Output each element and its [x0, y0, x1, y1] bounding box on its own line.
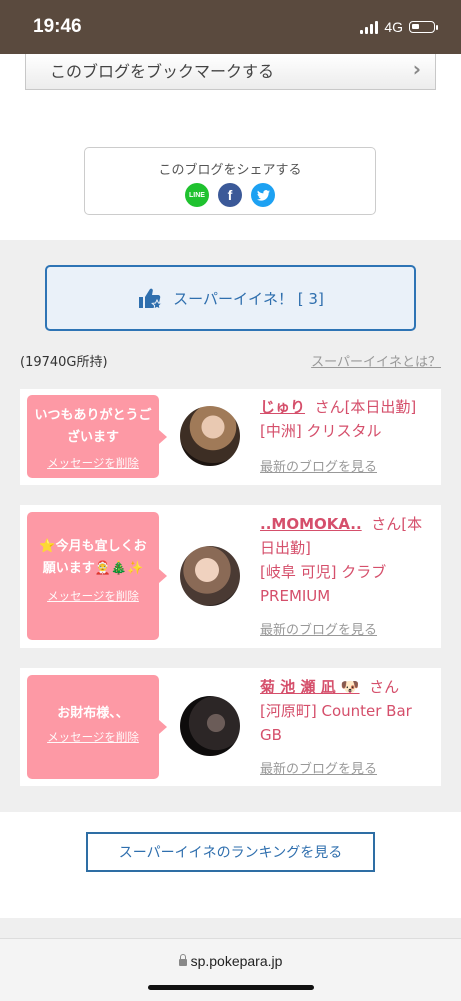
url-text: sp.pokepara.jp: [190, 953, 283, 969]
browser-url-bar[interactable]: sp.pokepara.jp: [0, 938, 461, 1001]
cast-info: 菊 池 瀬 凪 🐶 さん [河原町] Counter Bar GB: [260, 675, 436, 747]
cast-status: さん: [369, 678, 400, 696]
bookmark-button[interactable]: このブログをブックマークする ›: [25, 54, 436, 90]
status-indicators: 4G: [360, 19, 438, 35]
status-bar: 19:46 4G: [0, 0, 461, 54]
thumbs-up-icon: [139, 288, 164, 310]
latest-blog-link[interactable]: 最新のブログを見る: [260, 619, 377, 638]
cast-info: ..MOMOKA.. さん[本日出勤] [岐阜 可児] クラブPREMIUM: [260, 512, 436, 608]
avatar[interactable]: [180, 696, 240, 756]
cast-name-link[interactable]: 菊 池 瀬 凪 🐶: [260, 678, 360, 696]
message-text: お財布様、、: [57, 706, 129, 721]
list-item: ⭐今月も宜しくお願います🤶🎄✨ メッセージを削除 ..MOMOKA.. さん[本…: [20, 505, 441, 648]
shop-name: [岐阜 可児] クラブPREMIUM: [260, 563, 387, 605]
shop-name: [河原町] Counter Bar GB: [260, 702, 412, 744]
facebook-share-icon[interactable]: f: [218, 183, 242, 207]
ranking-button[interactable]: スーパーイイネのランキングを見る: [86, 832, 375, 872]
message-bubble: いつもありがとうございます メッセージを削除: [27, 395, 167, 478]
delete-message-link[interactable]: メッセージを削除: [27, 588, 159, 604]
message-text: ⭐今月も宜しくお願います🤶🎄✨: [39, 539, 147, 576]
share-box: このブログをシェアする LINE f: [84, 147, 376, 215]
avatar[interactable]: [180, 406, 240, 466]
network-label: 4G: [384, 19, 403, 35]
home-indicator[interactable]: [148, 985, 314, 990]
lock-icon: [178, 954, 187, 966]
delete-message-link[interactable]: メッセージを削除: [27, 455, 159, 471]
avatar[interactable]: [180, 546, 240, 606]
what-is-super-like-link[interactable]: スーパーイイネとは？: [311, 351, 441, 370]
super-like-label: スーパーイイネ！ [ 3]: [173, 289, 324, 308]
share-title: このブログをシェアする: [158, 163, 302, 178]
twitter-share-icon[interactable]: [251, 183, 275, 207]
cast-info: じゅり さん[本日出勤] [中洲] クリスタル: [260, 395, 436, 443]
latest-blog-link[interactable]: 最新のブログを見る: [260, 456, 377, 475]
cast-name-link[interactable]: ..MOMOKA..: [260, 515, 362, 533]
delete-message-link[interactable]: メッセージを削除: [27, 729, 159, 745]
latest-blog-link[interactable]: 最新のブログを見る: [260, 758, 377, 777]
battery-icon: [409, 21, 438, 33]
status-time: 19:46: [33, 16, 82, 37]
super-like-button[interactable]: スーパーイイネ！ [ 3]: [45, 265, 416, 331]
owned-points: (19740G所持): [20, 355, 108, 370]
message-bubble: ⭐今月も宜しくお願います🤶🎄✨ メッセージを削除: [27, 512, 167, 640]
line-share-icon[interactable]: LINE: [185, 183, 209, 207]
message-bubble: お財布様、、 メッセージを削除: [27, 675, 167, 779]
signal-icon: [360, 20, 379, 34]
bookmark-label: このブログをブックマークする: [50, 62, 275, 81]
list-item: お財布様、、 メッセージを削除 菊 池 瀬 凪 🐶 さん [河原町] Count…: [20, 668, 441, 786]
cast-status: さん[本日出勤]: [314, 398, 417, 416]
shop-name: [中洲] クリスタル: [260, 422, 382, 440]
message-text: いつもありがとうございます: [34, 408, 152, 445]
chevron-right-icon: ›: [412, 57, 421, 81]
list-item: いつもありがとうございます メッセージを削除 じゅり さん[本日出勤] [中洲]…: [20, 389, 441, 485]
cast-name-link[interactable]: じゅり: [260, 398, 305, 416]
